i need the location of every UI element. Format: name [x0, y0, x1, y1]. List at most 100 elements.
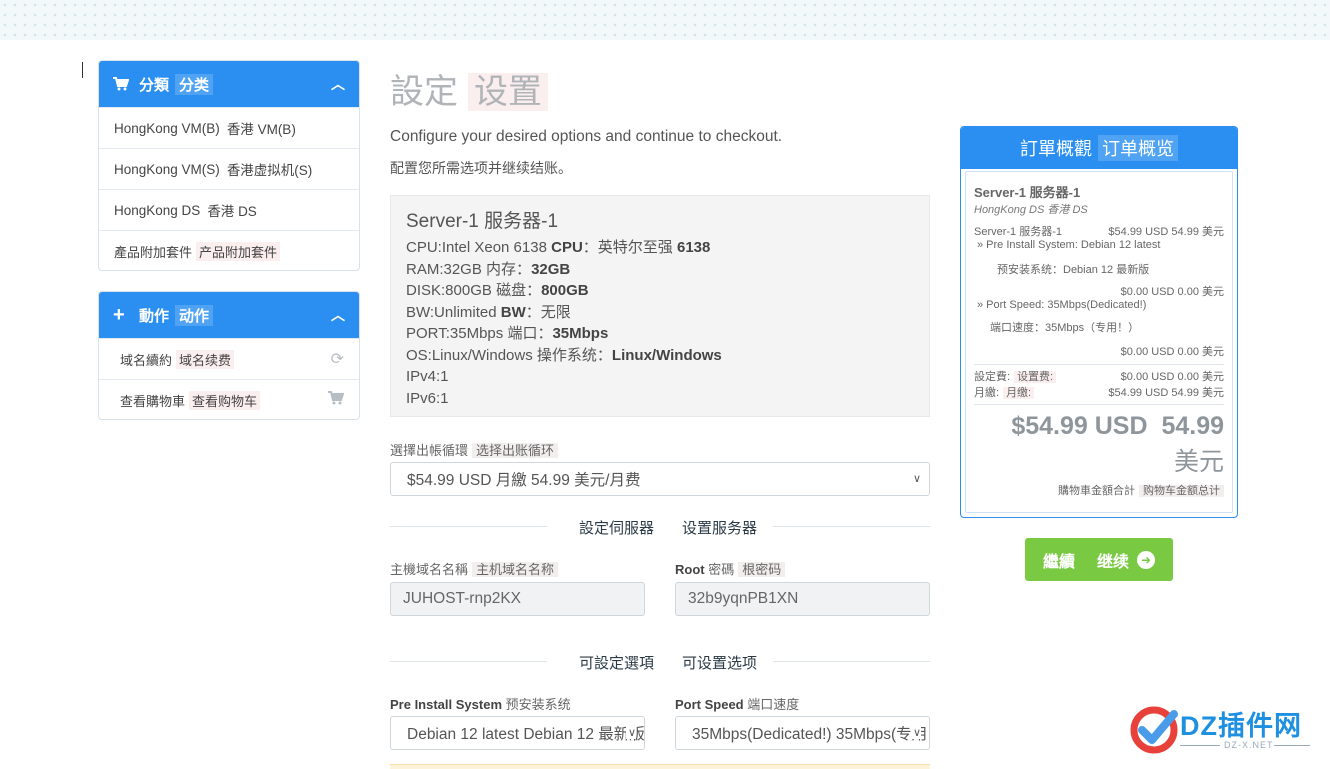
- os-select[interactable]: Debian 12 latest Debian 12 最新版 ∨: [390, 716, 645, 750]
- summary-option-os-translation: 预安装系统：Debian 12 最新版: [997, 264, 1150, 276]
- sidebar-item-hongkong-vm-s[interactable]: HongKong VM(S) 香港虚拟机(S): [99, 148, 359, 189]
- summary-line-item: Server-1 服务器-1 $54.99 USD 54.99 美元: [974, 223, 1224, 239]
- root-password-input[interactable]: 32b9yqnPB1XN: [675, 582, 930, 616]
- spec-tr-bold: Linux/Windows: [611, 346, 722, 364]
- option-price: $0.00 USD: [1120, 286, 1175, 298]
- spec-text: IPv6:1: [406, 389, 449, 407]
- spec-tr-key: 操作系统: [536, 346, 597, 364]
- option-price: $0.00 USD: [1120, 346, 1175, 358]
- chevron-down-icon: ∨: [910, 472, 921, 485]
- setup-price-translation: 0.00 美元: [1177, 371, 1224, 383]
- sidebar-item-translation: 香港 VM(B): [223, 118, 299, 138]
- watermark-line: [1180, 745, 1220, 746]
- spec-text: CPU:Intel Xeon 6138: [406, 239, 547, 256]
- product-name-text: Server-1: [406, 211, 479, 232]
- line-price-translation: 54.99 美元: [1171, 226, 1224, 238]
- billing-cycle-label: 選擇出帳循環 选择出账循环: [390, 440, 559, 459]
- sidebar-item-translation: 查看购物车: [189, 390, 261, 410]
- summary-monthly: 月繳: 月缴: $54.99 USD 54.99 美元: [974, 384, 1224, 400]
- top-dotted-band: [0, 0, 1330, 40]
- summary-option-os: » Pre Install System: Debian 12 latest: [977, 239, 1161, 251]
- categories-header[interactable]: 分類 分类 ︿: [99, 61, 359, 107]
- os-label-translation: 预安装系统: [505, 697, 571, 712]
- options-heading-translation: 可设置选项: [674, 655, 758, 672]
- continue-button[interactable]: 繼續 继续 ➜: [1025, 538, 1173, 581]
- refresh-icon: ⟳: [330, 351, 344, 368]
- summary-product: Server-1 服务器-1: [974, 182, 1224, 201]
- hostname-input[interactable]: JUHOST-rnp2KX: [390, 582, 645, 616]
- summary-option-os-price: $0.00 USD 0.00 美元: [974, 283, 1224, 299]
- options-divider: 可設定選項 可设置选项: [390, 652, 930, 672]
- summary-total: $54.99 USD 54.99 美元: [974, 408, 1224, 480]
- order-summary-header: 訂單概觀 订单概览: [961, 127, 1237, 169]
- sidebar-item-label: 查看購物車: [120, 393, 186, 409]
- spec-tr-val: 英特尔至强: [597, 239, 673, 256]
- billing-cycle-select[interactable]: $54.99 USD 月繳 54.99 美元/月费 ∨: [390, 462, 930, 496]
- hostname-value: JUHOST-rnp2KX: [403, 590, 522, 607]
- actions-header[interactable]: + 動作 动作 ︿: [99, 292, 359, 338]
- categories-title-translation: 分类: [175, 73, 214, 95]
- spec-line: IPv4:1: [406, 366, 914, 388]
- categories-title: 分類: [139, 76, 170, 94]
- monthly-price: $54.99 USD: [1108, 387, 1169, 399]
- summary-option-port-translation: 端口速度：35Mbps（专用！）: [990, 322, 1140, 334]
- sidebar-item-translation: 域名续费: [176, 349, 235, 369]
- page-title-translation: 设置: [468, 73, 548, 111]
- hostname-label-translation: 主机域名名称: [472, 562, 559, 577]
- spec-line: BW:Unlimited BW：无限: [406, 303, 571, 321]
- spec-line: PORT:35Mbps 端口：35Mbps: [406, 325, 609, 342]
- port-speed-select[interactable]: 35Mbps(Dedicated!) 35Mbps(专用！) ∨: [675, 716, 930, 750]
- root-password-value: 32b9yqnPB1XN: [688, 590, 799, 607]
- monthly-label: 月繳:: [974, 387, 1000, 399]
- sidebar-item-hongkong-vm-b[interactable]: HongKong VM(B) 香港 VM(B): [99, 107, 359, 148]
- root-label-text: 密碼: [708, 562, 735, 577]
- monthly-price-translation: 54.99 美元: [1171, 387, 1224, 399]
- sidebar-item-hongkong-ds[interactable]: HongKong DS 香港 DS: [99, 189, 359, 230]
- summary-setup-fee: 設定費: 设置费: $0.00 USD 0.00 美元: [974, 368, 1224, 384]
- summary-group-name: HongKong DS: [974, 204, 1045, 216]
- page-title: 設定 设置: [390, 64, 548, 113]
- divider-heading: 設定伺服器 设置服务器: [390, 517, 930, 538]
- setup-label-translation: 设置费:: [1014, 371, 1057, 383]
- option-price-translation: 0.00 美元: [1177, 346, 1224, 358]
- os-label-en: Pre Install System: [390, 697, 502, 712]
- sidebar-item-domain-renewal[interactable]: 域名續約 域名续费 ⟳: [99, 338, 359, 379]
- billing-cycle-label-translation: 选择出账循环: [472, 443, 559, 458]
- summary-separator: [974, 404, 1224, 405]
- sidebar-item-label: HongKong VM(B): [114, 120, 220, 136]
- order-summary-title: 訂單概觀: [1020, 139, 1092, 159]
- product-info-box: Server-1 服务器-1 CPU:Intel Xeon 6138 CPU：英…: [390, 195, 930, 417]
- setup-price: $0.00 USD: [1120, 371, 1175, 383]
- order-summary-body: Server-1 服务器-1 HongKong DS 香港 DS Server-…: [965, 171, 1233, 513]
- spec-line: CPU:Intel Xeon 6138 CPU：英特尔至强 6138: [406, 239, 711, 256]
- summary-group: HongKong DS 香港 DS: [974, 201, 1224, 217]
- intro-text-zh: 配置您所需选项并继续结账。: [390, 160, 572, 176]
- spec-text: PORT:35Mbps: [406, 325, 504, 342]
- sidebar-item-addons[interactable]: 產品附加套件 产品附加套件: [99, 230, 359, 270]
- cart-icon: [328, 390, 345, 410]
- spec-tr-bold: 35Mbps: [552, 325, 609, 342]
- chevron-up-icon[interactable]: ︿: [331, 74, 345, 94]
- product-name-translation: 服务器-1: [484, 211, 559, 232]
- server-config-divider: 設定伺服器 设置服务器: [390, 517, 930, 537]
- continue-label: 繼續: [1042, 553, 1075, 571]
- summary-option-port-price: $0.00 USD 0.00 美元: [974, 343, 1224, 359]
- sidebar-item-view-cart[interactable]: 查看購物車 查看购物车: [99, 379, 359, 419]
- spec-text: BW:Unlimited: [406, 303, 497, 321]
- text-cursor: [82, 62, 83, 78]
- spec-tr-bold: 6138: [676, 239, 711, 256]
- total-unit-translation: 美元: [1173, 448, 1224, 476]
- order-summary: 訂單概觀 订单概览 Server-1 服务器-1 HongKong DS 香港 D…: [960, 126, 1238, 518]
- chevron-up-icon[interactable]: ︿: [331, 305, 345, 325]
- divider-heading: 可設定選項 可设置选项: [390, 652, 930, 673]
- root-label-translation: 根密码: [738, 562, 786, 577]
- server-config-heading-translation: 设置服务器: [674, 520, 758, 537]
- spec-tr-key: BW: [500, 303, 526, 321]
- watermark-logo: DZ插件网 DZ-X.NET: [1128, 700, 1318, 760]
- port-label-translation: 端口速度: [747, 697, 800, 712]
- billing-cycle-label-text: 選擇出帳循環: [390, 443, 469, 458]
- summary-separator: [974, 364, 1224, 365]
- billing-cycle-value: $54.99 USD 月繳 54.99 美元/月费: [407, 472, 641, 489]
- spec-line: IPv6:1: [406, 388, 914, 410]
- total-amount: $54.99 USD: [1011, 412, 1148, 440]
